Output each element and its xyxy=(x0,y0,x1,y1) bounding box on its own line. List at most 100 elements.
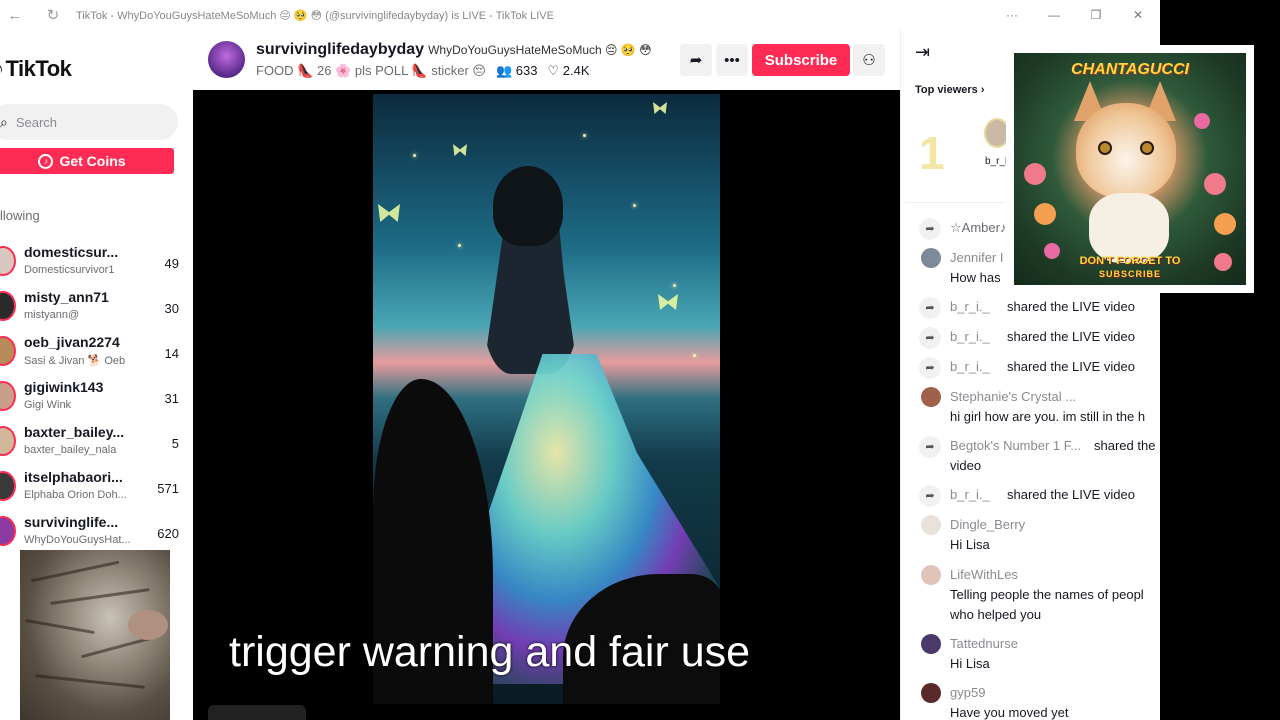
more-button[interactable]: ••• xyxy=(716,44,748,76)
gift-bar[interactable] xyxy=(208,705,306,720)
avatar xyxy=(0,516,16,546)
search-placeholder: Search xyxy=(15,114,58,130)
get-coins-button[interactable]: ♪ Get Coins xyxy=(0,148,174,174)
promo-line2: SUBSCRIBE xyxy=(1098,269,1161,279)
chat-message: Telling people the names of peopl xyxy=(950,587,1144,602)
chat-username[interactable]: Dingle_Berry xyxy=(950,515,1025,535)
chat-username[interactable]: gyp59 xyxy=(950,683,985,703)
promo-image: CHANTAGUCCI DON'T FORGET TO SUBSCRIBE xyxy=(1014,53,1246,285)
chat-username[interactable]: Begtok's Number 1 F... xyxy=(950,436,1081,456)
like-count: 2.4K xyxy=(562,63,590,78)
chat-username[interactable]: b_r_i._ xyxy=(950,327,990,347)
share-icon: ➦ xyxy=(919,485,941,507)
search-icon: ⌕ xyxy=(0,113,8,130)
top-viewers-label: Top viewers xyxy=(915,84,978,96)
close-icon[interactable]: ✕ xyxy=(1125,4,1151,26)
people-icon: 👥 xyxy=(495,63,513,78)
reload-icon[interactable]: ↻ xyxy=(42,4,64,26)
following-name: survivinglife... xyxy=(24,514,119,530)
get-coins-label: Get Coins xyxy=(59,153,126,169)
tiktok-logo[interactable]: ♪ TikTok xyxy=(0,56,72,82)
window-title: TikTok - WhyDoYouGuysHateMeSoMuch 😔 🥺 😳 … xyxy=(76,9,554,22)
following-name: itselphabaori... xyxy=(24,469,123,485)
following-sub: Sasi & Jivan 🐕 Oeb xyxy=(24,355,126,367)
chat-username[interactable]: Stephanie's Crystal ... xyxy=(950,387,1076,407)
top-viewers-link[interactable]: Top viewers › xyxy=(915,84,985,96)
following-sub: mistyann@ xyxy=(24,309,80,321)
following-item[interactable]: baxter_bailey... baxter_bailey_nala 5 xyxy=(0,420,193,464)
viewer-count: 620 xyxy=(157,526,179,541)
search-input[interactable]: ⌕ Search xyxy=(0,104,178,140)
chat-username[interactable]: Jennifer I xyxy=(950,248,1003,268)
following-name: domesticsur... xyxy=(24,244,119,260)
viewer-count: 14 xyxy=(164,346,179,361)
chat-username[interactable]: Tattednurse xyxy=(950,634,1018,654)
chat-message: How has xyxy=(950,270,1001,285)
avatar[interactable] xyxy=(921,515,941,535)
following-item[interactable]: domesticsur... Domesticsurvivor1 49 xyxy=(0,240,193,284)
following-sub: Gigi Wink xyxy=(24,399,72,411)
avatar[interactable] xyxy=(921,634,941,654)
promo-logo-text: CHANTAGUCCI xyxy=(1071,61,1189,78)
avatar[interactable] xyxy=(921,248,941,268)
logo-text: TikTok xyxy=(5,56,72,81)
avatar xyxy=(0,381,16,411)
following-sub: Domesticsurvivor1 xyxy=(24,264,115,276)
chat-message: Hi Lisa xyxy=(950,656,990,671)
host-avatar[interactable] xyxy=(208,41,245,78)
live-video[interactable] xyxy=(373,94,720,704)
more-dots-icon: ••• xyxy=(724,51,740,69)
chat-username[interactable]: b_r_i._ xyxy=(950,297,990,317)
live-meta: FOOD 👠 26 🌸 pls POLL 👠 sticker 😔 👥 633 ♡… xyxy=(256,63,590,79)
host-name[interactable]: survivinglifedaybyday WhyDoYouGuysHateMeS… xyxy=(256,41,652,59)
follow-button[interactable]: ⚇ xyxy=(853,44,885,76)
chat-message: shared the LIVE video xyxy=(1007,329,1135,344)
share-icon: ➦ xyxy=(919,436,941,458)
following-name: misty_ann71 xyxy=(24,289,109,305)
chat-username[interactable]: b_r_i._ xyxy=(950,485,990,505)
avatar[interactable] xyxy=(921,565,941,585)
live-tags: FOOD 👠 26 🌸 pls POLL 👠 sticker 😔 xyxy=(256,63,486,78)
webcam-overlay xyxy=(20,550,170,720)
avatar xyxy=(0,246,16,276)
viewer-count: 633 xyxy=(515,63,538,78)
top-rank-number: 1 xyxy=(919,127,945,179)
chat-message-cont: who helped you xyxy=(950,607,1042,622)
window-titlebar: ← ↻ TikTok - WhyDoYouGuysHateMeSoMuch 😔 … xyxy=(0,0,1160,30)
following-item[interactable]: oeb_jivan2274 Sasi & Jivan 🐕 Oeb 14 xyxy=(0,330,193,374)
viewer-count: 49 xyxy=(164,256,179,271)
viewer-count: 31 xyxy=(164,391,179,406)
avatar xyxy=(0,291,16,321)
avatar[interactable] xyxy=(921,387,941,407)
share-arrow-icon: ➦ xyxy=(689,52,703,69)
avatar[interactable] xyxy=(921,683,941,703)
user-check-icon: ⚇ xyxy=(862,52,876,69)
share-icon: ➦ xyxy=(919,218,941,240)
restore-icon[interactable]: ❐ xyxy=(1083,4,1109,26)
minimize-icon[interactable]: — xyxy=(1041,4,1067,26)
chat-message: Have you moved yet xyxy=(950,705,1069,720)
following-item[interactable]: gigiwink143 Gigi Wink 31 xyxy=(0,375,193,419)
following-item[interactable]: itselphabaori... Elphaba Orion Doh... 57… xyxy=(0,465,193,509)
viewer-count: 571 xyxy=(157,481,179,496)
following-name: gigiwink143 xyxy=(24,379,104,395)
share-icon: ➦ xyxy=(919,357,941,379)
share-button[interactable]: ➦ xyxy=(680,44,712,76)
viewer-count: 5 xyxy=(171,436,179,451)
share-icon: ➦ xyxy=(919,297,941,319)
following-item[interactable]: misty_ann71 mistyann@ 30 xyxy=(0,285,193,329)
chat-username[interactable]: ☆Amber♪ xyxy=(950,218,1006,238)
share-icon: ➦ xyxy=(919,327,941,349)
back-arrow-icon[interactable]: ← xyxy=(4,4,26,26)
collapse-panel-icon[interactable]: ⇥ xyxy=(915,42,930,63)
chevron-right-icon: › xyxy=(980,84,985,96)
video-caption: trigger warning and fair use xyxy=(229,628,751,676)
top-viewer-name: b_r_i xyxy=(985,156,1008,167)
chat-username[interactable]: LifeWithLes xyxy=(950,565,1018,585)
chat-username[interactable]: b_r_i._ xyxy=(950,357,990,377)
promo-line1: DON'T FORGET TO xyxy=(1079,255,1181,267)
subscribe-button[interactable]: Subscribe xyxy=(752,44,850,76)
following-item[interactable]: survivinglife... WhyDoYouGuysHat... 620 xyxy=(0,510,193,550)
tiktok-note-icon: ♪ xyxy=(0,58,4,81)
more-options-icon[interactable]: ··· xyxy=(999,4,1025,26)
